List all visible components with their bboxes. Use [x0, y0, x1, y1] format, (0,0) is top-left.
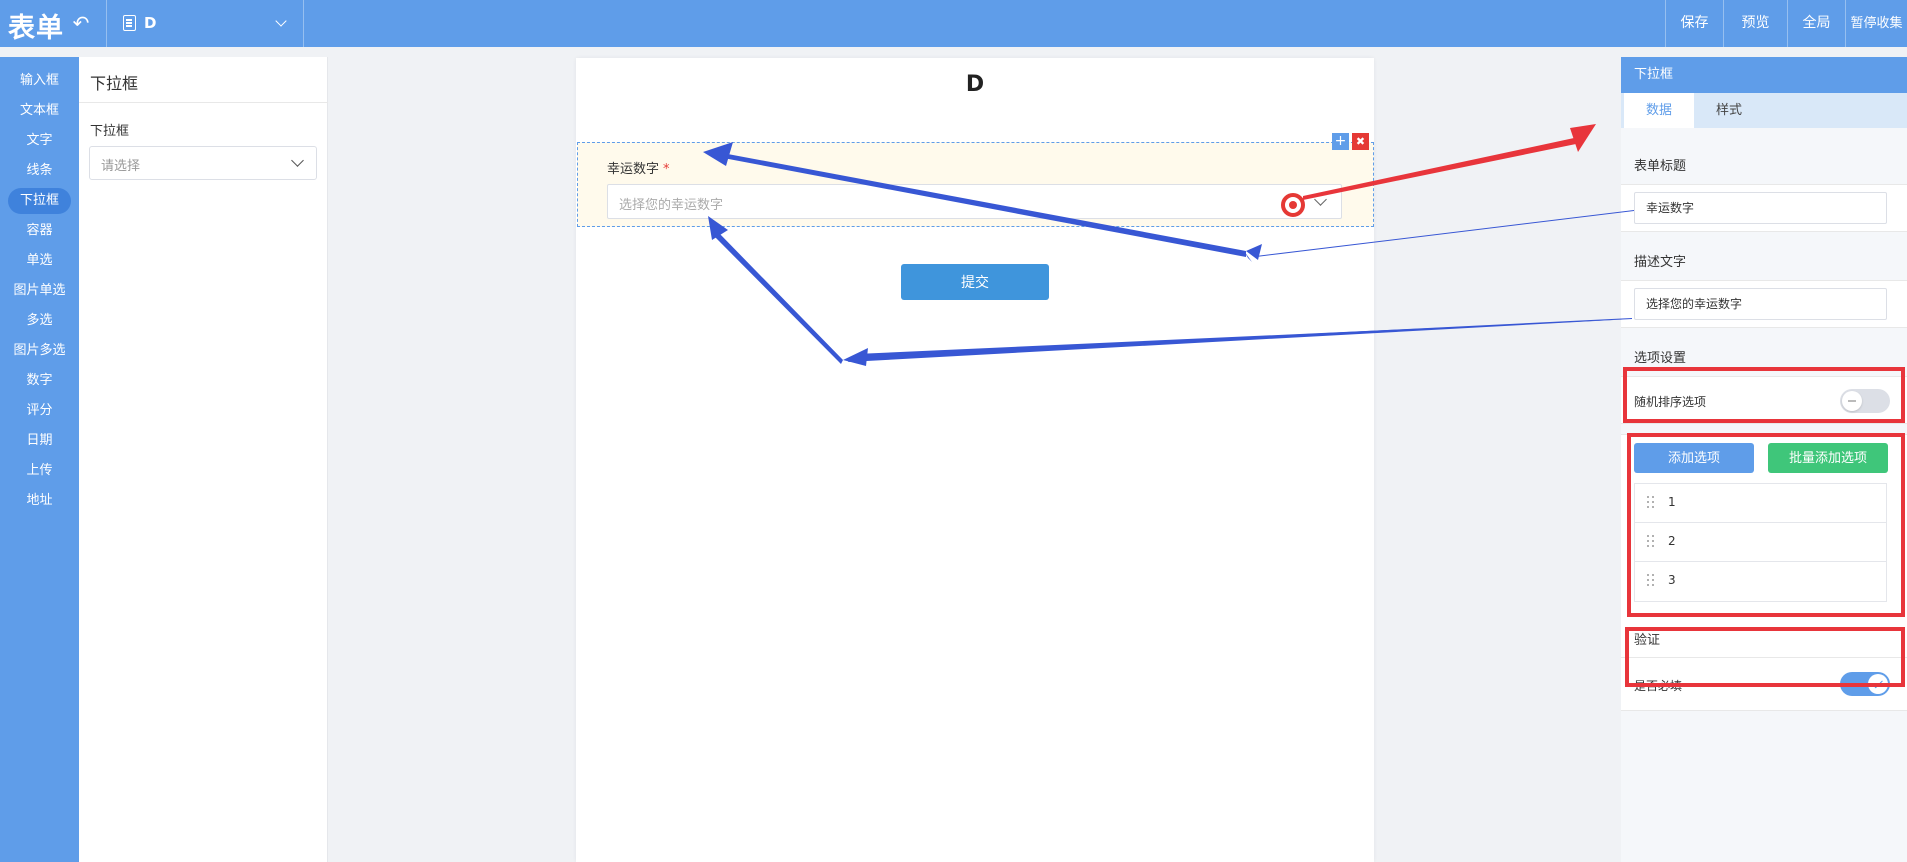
preview-button[interactable]: 预览	[1723, 0, 1787, 47]
component-preview-label: 下拉框	[90, 124, 130, 139]
component-line[interactable]: 线条	[8, 158, 71, 184]
options-section-label: 选项设置	[1634, 351, 1687, 366]
component-date[interactable]: 日期	[8, 428, 71, 454]
add-field-icon[interactable]: +	[1332, 133, 1349, 150]
tab-data[interactable]: 数据	[1624, 93, 1694, 128]
component-preview-title: 下拉框	[90, 74, 139, 93]
submit-button[interactable]: 提交	[901, 264, 1049, 300]
option-value[interactable]: 3	[1668, 573, 1676, 587]
drag-handle-icon[interactable]	[1647, 496, 1657, 510]
validation-section-label: 验证	[1634, 633, 1661, 648]
field-label: 幸运数字 *	[607, 158, 670, 177]
form-title-input[interactable]: 幸运数字	[1634, 192, 1887, 224]
component-textarea[interactable]: 文本框	[8, 98, 71, 124]
component-text[interactable]: 文字	[8, 128, 71, 154]
form-title-section-label: 表单标题	[1634, 159, 1687, 174]
properties-tabs: 数据 样式	[1621, 93, 1907, 128]
option-value[interactable]: 2	[1668, 534, 1676, 548]
component-upload[interactable]: 上传	[8, 458, 71, 484]
document-icon	[123, 15, 136, 31]
field-placeholder: 选择您的幸运数字	[619, 198, 724, 213]
list-item: 3	[1635, 562, 1886, 601]
chevron-down-icon	[291, 154, 304, 167]
global-settings-button[interactable]: 全局	[1787, 0, 1845, 47]
description-section-label: 描述文字	[1634, 255, 1687, 270]
form-title-section: 幸运数字	[1621, 184, 1907, 232]
properties-panel: 下拉框 数据 样式 表单标题 幸运数字 描述文字 选择您的幸运数字 选项设置 随…	[1621, 57, 1907, 862]
field-label-text: 幸运数字	[607, 162, 660, 177]
component-preview-panel: 下拉框 下拉框 请选择	[79, 57, 328, 862]
component-preview-select[interactable]: 请选择	[89, 146, 317, 180]
document-selector[interactable]: D	[107, 0, 303, 47]
toggle-knob	[1868, 674, 1888, 694]
component-input[interactable]: 输入框	[8, 68, 71, 94]
component-number[interactable]: 数字	[8, 368, 71, 394]
batch-add-option-button[interactable]: 批量添加选项	[1768, 443, 1888, 473]
description-section: 选择您的幸运数字	[1621, 280, 1907, 328]
component-image-radio[interactable]: 图片单选	[8, 278, 71, 304]
red-arrow-head	[1570, 124, 1596, 152]
component-address[interactable]: 地址	[8, 488, 71, 514]
drag-handle-icon[interactable]	[1647, 535, 1657, 549]
random-order-label: 随机排序选项	[1634, 395, 1707, 409]
form-title: D	[965, 72, 985, 97]
required-toggle[interactable]	[1840, 672, 1890, 696]
pause-collect-button[interactable]: 暂停收集	[1845, 0, 1907, 47]
component-rating[interactable]: 评分	[8, 398, 71, 424]
document-name: D	[144, 14, 157, 32]
undo-icon[interactable]: ↶	[70, 12, 92, 34]
properties-header: 下拉框	[1621, 57, 1907, 93]
list-item: 1	[1635, 484, 1886, 523]
component-checkbox[interactable]: 多选	[8, 308, 71, 334]
required-label: 是否必填	[1634, 679, 1683, 693]
save-button[interactable]: 保存	[1665, 0, 1723, 47]
description-input[interactable]: 选择您的幸运数字	[1634, 288, 1887, 320]
lucky-number-select[interactable]: 选择您的幸运数字	[607, 184, 1342, 219]
drag-handle-icon[interactable]	[1647, 574, 1657, 588]
required-mark: *	[663, 162, 670, 177]
top-bar: 表单 ↶ D 保存 预览 全局 暂停收集	[0, 0, 1907, 47]
add-option-button[interactable]: 添加选项	[1634, 443, 1754, 473]
divider	[79, 102, 328, 103]
component-nav: 输入框 文本框 文字 线条 下拉框 容器 单选 图片单选 多选 图片多选 数字 …	[0, 57, 79, 862]
header-divider	[303, 0, 304, 47]
annotation-circle-icon	[1281, 193, 1305, 217]
component-dropdown[interactable]: 下拉框	[8, 188, 71, 214]
list-item: 2	[1635, 523, 1886, 562]
app-logo: 表单	[8, 13, 64, 44]
component-radio[interactable]: 单选	[8, 248, 71, 274]
select-placeholder: 请选择	[101, 159, 141, 174]
trash-icon[interactable]: ✖	[1352, 133, 1369, 150]
component-image-checkbox[interactable]: 图片多选	[8, 338, 71, 364]
random-order-row: 随机排序选项	[1621, 376, 1907, 424]
options-list: 1 2 3	[1634, 483, 1887, 602]
required-row: 是否必填	[1621, 657, 1907, 711]
random-order-toggle[interactable]	[1840, 389, 1890, 413]
component-container[interactable]: 容器	[8, 218, 71, 244]
chevron-down-icon	[275, 15, 287, 27]
tab-style[interactable]: 样式	[1694, 93, 1764, 128]
option-value[interactable]: 1	[1668, 495, 1676, 509]
form-canvas: D + ✖ 幸运数字 * 选择您的幸运数字 提交	[576, 58, 1374, 862]
selected-field[interactable]: + ✖ 幸运数字 * 选择您的幸运数字	[577, 133, 1374, 227]
chevron-down-icon	[1314, 193, 1327, 206]
toggle-knob	[1842, 391, 1862, 411]
